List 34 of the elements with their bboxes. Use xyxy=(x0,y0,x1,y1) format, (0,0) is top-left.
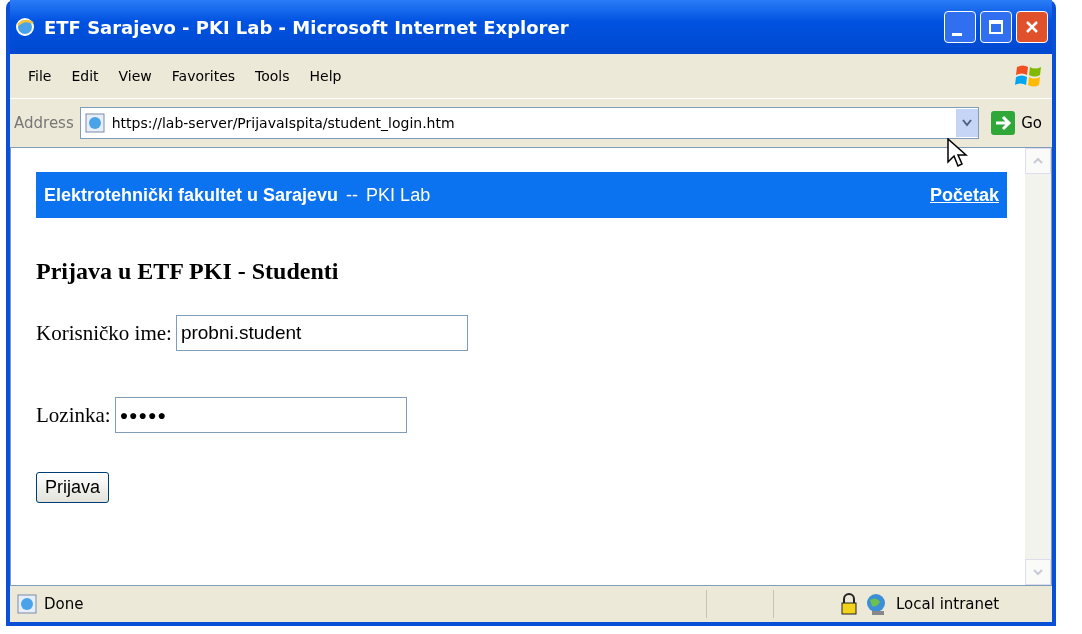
menu-item[interactable]: Favorites xyxy=(161,68,246,84)
go-button[interactable]: Go xyxy=(985,111,1048,135)
address-label: Address xyxy=(14,114,74,132)
password-field[interactable]: ●●●●● xyxy=(114,397,407,433)
menu-item[interactable]: View xyxy=(108,68,162,84)
menu-item[interactable]: Edit xyxy=(61,68,109,84)
window-title: ETF Sarajevo - PKI Lab - Microsoft Internet Explorer xyxy=(44,16,570,38)
field-label: Lozinka: xyxy=(36,402,111,428)
field-label: Korisničko ime: xyxy=(36,320,172,346)
padlock-icon xyxy=(840,593,858,615)
separator: -- xyxy=(346,184,359,206)
dropdown-button[interactable] xyxy=(956,109,979,137)
close-button[interactable] xyxy=(1016,11,1048,43)
minimize-button[interactable] xyxy=(944,11,976,43)
school-name: Elektrotehnički fakultet u Sarajevu xyxy=(44,184,339,206)
page-icon xyxy=(16,593,38,615)
menu-item[interactable]: Tools xyxy=(245,68,300,84)
maximize-icon xyxy=(988,19,1004,35)
zone-text: Local intranet xyxy=(896,595,1001,613)
menu-item[interactable]: File xyxy=(18,68,62,84)
page-icon xyxy=(83,112,106,134)
address-field[interactable]: https://lab-server/PrijavaIspita/student_login.htm xyxy=(79,107,980,139)
home-link[interactable]: Početak xyxy=(929,184,999,206)
page-heading: Prijava u ETF PKI - Studenti xyxy=(36,258,340,285)
username-field[interactable]: probni.student xyxy=(175,315,468,351)
close-icon xyxy=(1024,19,1040,35)
chevron-icon xyxy=(961,118,974,128)
lab-name: PKI Lab xyxy=(366,184,431,206)
minimize-icon xyxy=(952,32,962,36)
login-button[interactable]: Prijava xyxy=(36,472,110,503)
browser-icon xyxy=(14,16,36,38)
status-text: Done xyxy=(44,595,85,613)
menu-item[interactable]: Help xyxy=(299,68,352,84)
maximize-button[interactable] xyxy=(980,11,1012,43)
